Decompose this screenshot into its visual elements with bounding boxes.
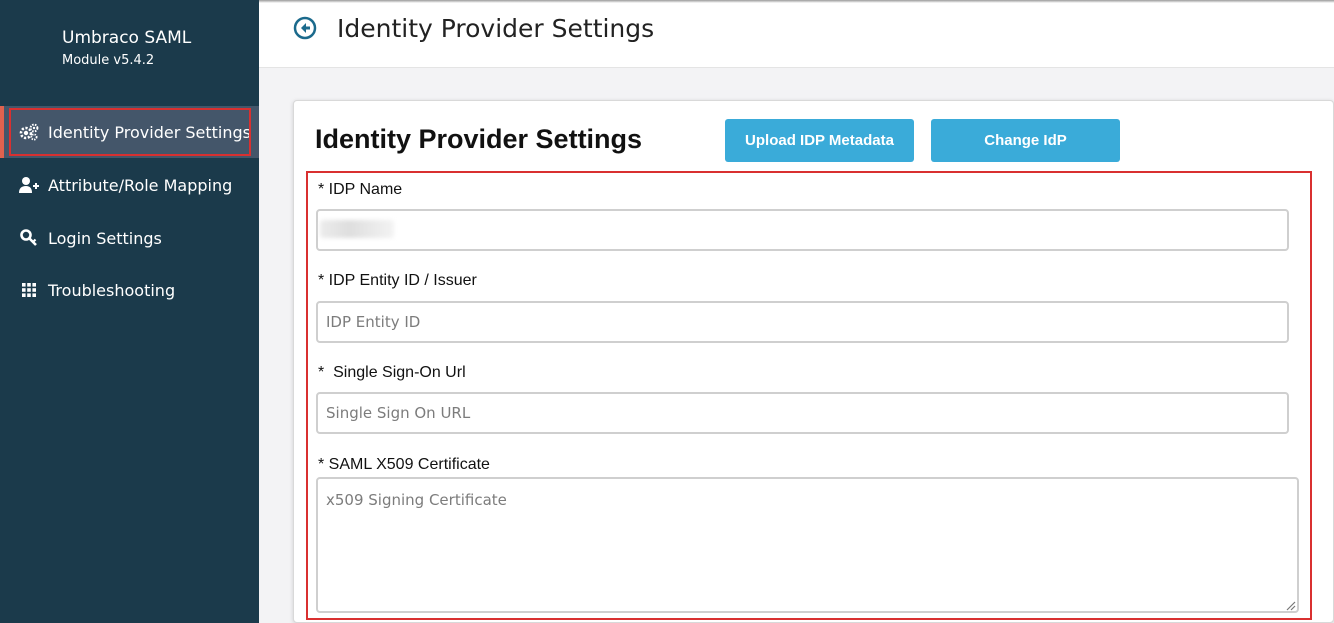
sidebar-item-login-settings[interactable]: Login Settings [0, 212, 259, 264]
sidebar: Umbraco SAML Module v5.4.2 Identity Prov… [0, 0, 259, 623]
sidebar-item-label: Attribute/Role Mapping [48, 175, 233, 195]
sidebar-item-label: Identity Provider Settings [48, 122, 251, 142]
sidebar-item-attribute-role-mapping[interactable]: Attribute/Role Mapping [0, 159, 259, 211]
sidebar-item-label: Troubleshooting [48, 280, 176, 300]
sidebar-item-identity-provider-settings[interactable]: Identity Provider Settings [0, 106, 259, 158]
page-title: Identity Provider Settings [337, 14, 655, 43]
sidebar-item-troubleshooting[interactable]: Troubleshooting [0, 264, 259, 316]
redacted-idp-name [320, 220, 394, 238]
brand: Umbraco SAML Module v5.4.2 [62, 27, 191, 71]
upload-idp-metadata-button[interactable]: Upload IDP Metadata [725, 119, 914, 162]
top-shadow [259, 0, 1334, 3]
sidebar-item-label: Login Settings [48, 228, 162, 248]
brand-version: Module v5.4.2 [62, 53, 155, 68]
key-icon [18, 229, 40, 247]
back-button[interactable] [293, 16, 319, 42]
idp-name-input[interactable] [316, 209, 1289, 251]
card-title: Identity Provider Settings [315, 124, 643, 154]
page-header: Identity Provider Settings [259, 0, 1334, 68]
certificate-label: * SAML X509 Certificate [318, 456, 490, 473]
certificate-textarea[interactable] [316, 477, 1299, 613]
idp-name-label: * IDP Name [318, 181, 403, 198]
back-circle-icon [293, 16, 317, 40]
gears-icon [18, 123, 40, 141]
brand-name: Umbraco SAML [62, 28, 192, 48]
grid-icon [18, 283, 40, 297]
user-plus-icon [18, 176, 40, 194]
change-idp-button[interactable]: Change IdP [931, 119, 1120, 162]
sso-url-input[interactable] [316, 392, 1289, 434]
sso-url-label: * Single Sign-On Url [318, 364, 466, 381]
resize-grip-icon[interactable] [1284, 599, 1296, 611]
entity-id-input[interactable] [316, 301, 1289, 343]
entity-id-label: * IDP Entity ID / Issuer [318, 272, 477, 289]
